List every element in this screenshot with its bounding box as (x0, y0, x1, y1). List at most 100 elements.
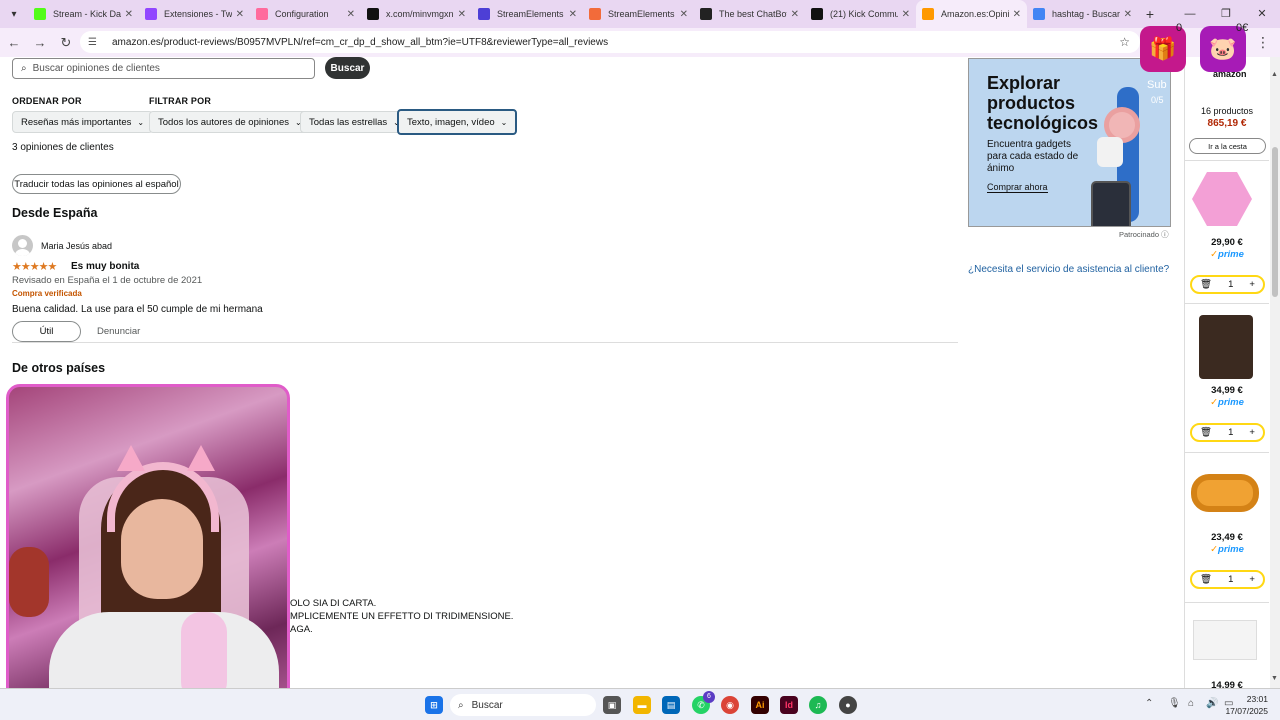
product-image[interactable] (1191, 474, 1259, 512)
product-image[interactable] (1192, 172, 1252, 226)
close-icon[interactable]: ✕ (569, 9, 577, 20)
browser-tab[interactable]: (21) Kick Commu ✕ (805, 0, 916, 28)
tab-label: Amazon.es:Opinio (941, 9, 1009, 19)
tray-chevron-icon[interactable]: ⌃ (1145, 698, 1153, 709)
browser-tab-bar: ▾ Stream - Kick Das ✕ Extensiones - Twi ✕ … (0, 0, 1280, 28)
spotify-icon[interactable]: ♫ (809, 696, 827, 714)
task-view-icon[interactable]: ▣ (603, 696, 621, 714)
page-scrollbar[interactable]: ▲ ▼ (1270, 57, 1280, 688)
stars-filter-dropdown[interactable]: Todas las estrellas⌄ (300, 111, 409, 133)
plus-icon[interactable]: + (1249, 574, 1255, 585)
tab-label: x.com/minvmgxn (386, 9, 454, 19)
bookmark-star-icon[interactable]: ☆ (1119, 35, 1130, 49)
rating-stars[interactable]: ★★★★★ (12, 260, 57, 273)
trash-icon[interactable]: 🗑 (1200, 427, 1212, 438)
tab-label: Extensiones - Twi (164, 9, 232, 19)
browser-tab[interactable]: The best ChatBot ✕ (694, 0, 805, 28)
authors-value: Todos los autores de opiniones (158, 116, 289, 128)
illustrator-icon[interactable]: Ai (751, 696, 769, 714)
close-icon[interactable]: ✕ (236, 9, 244, 20)
ad-cta-link[interactable]: Comprar ahora (987, 182, 1048, 193)
trash-icon[interactable]: 🗑 (1200, 574, 1212, 585)
browser-menu-icon[interactable]: ⋮ (1256, 34, 1270, 51)
tab-label: StreamElements (497, 9, 564, 19)
chrome-icon[interactable]: ◉ (721, 696, 739, 714)
close-icon[interactable]: ✕ (458, 9, 466, 20)
search-button[interactable]: Buscar (325, 57, 370, 79)
product-image[interactable] (1199, 315, 1253, 379)
trash-icon[interactable]: 🗑 (1200, 279, 1212, 290)
scroll-up-icon[interactable]: ▲ (1271, 71, 1278, 78)
scrollbar-thumb[interactable] (1272, 147, 1278, 297)
tab-label: Configuration (275, 9, 329, 19)
go-to-cart-button[interactable]: Ir a la cesta (1189, 138, 1266, 154)
windows-start-icon[interactable]: ⊞ (425, 696, 443, 714)
tab-label: StreamElements (608, 9, 675, 19)
url-field[interactable]: ☰ amazon.es/product-reviews/B0957MVPLN/r… (80, 31, 1140, 53)
helpful-button[interactable]: Útil (12, 321, 81, 342)
file-explorer-icon[interactable]: ▬ (633, 696, 651, 714)
browser-tab[interactable]: Extensiones - Twi ✕ (139, 0, 250, 28)
media-filter-dropdown[interactable]: Texto, imagen, vídeo ⌄ (397, 109, 518, 135)
quantity-stepper[interactable]: 🗑 1 + (1190, 570, 1265, 589)
avatar (12, 235, 33, 256)
close-icon[interactable]: ✕ (125, 9, 133, 20)
tab-favicon (811, 8, 823, 20)
authors-filter-dropdown[interactable]: Todos los autores de opiniones ⌄ (149, 111, 311, 133)
info-icon: ⓘ (1161, 230, 1169, 239)
cart-subtotal: 865,19 € (1207, 118, 1247, 129)
browser-tab[interactable]: StreamElements ✕ (472, 0, 583, 28)
back-icon[interactable]: ← (2, 35, 26, 50)
sort-dropdown[interactable]: Reseñas más importantes ⌄ (12, 111, 154, 133)
close-icon[interactable]: ✕ (902, 9, 910, 20)
close-icon[interactable]: ✕ (1013, 9, 1021, 20)
review-author[interactable]: Maria Jesús abad (41, 241, 112, 251)
close-icon[interactable]: ✕ (347, 9, 355, 20)
close-icon[interactable]: ✕ (1124, 9, 1132, 20)
store-icon[interactable]: ▤ (662, 696, 680, 714)
sponsored-ad-banner[interactable]: Explorar productos tecnológicos Encuentr… (968, 58, 1171, 227)
review-title[interactable]: Es muy bonita (71, 261, 139, 272)
microphone-icon[interactable]: 🎙 (1168, 698, 1181, 709)
taskbar-clock[interactable]: 23:01 17/07/2025 (1225, 693, 1268, 717)
search-icon: ⌕ (21, 63, 27, 74)
quantity-value: 1 (1228, 279, 1234, 290)
taskbar-search[interactable]: ⌕ Buscar (450, 694, 596, 716)
reload-icon[interactable]: ↻ (54, 35, 78, 51)
customer-service-link[interactable]: ¿Necesita el servicio de asistencia al c… (968, 264, 1169, 275)
sponsored-label[interactable]: Patrocinado ⓘ (1119, 229, 1169, 240)
browser-tab[interactable]: x.com/minvmgxn ✕ (361, 0, 472, 28)
prime-text: prime (1218, 544, 1244, 555)
quantity-stepper[interactable]: 🗑 1 + (1190, 275, 1265, 294)
product-image[interactable] (1193, 620, 1257, 660)
browser-tab-active[interactable]: Amazon.es:Opinio ✕ (916, 0, 1027, 28)
new-tab-button[interactable]: + (1138, 6, 1162, 22)
browser-tab[interactable]: Configuration ✕ (250, 0, 361, 28)
forward-icon[interactable]: → (28, 35, 52, 50)
plus-icon[interactable]: + (1249, 279, 1255, 290)
wifi-icon[interactable]: ⌂ (1188, 698, 1194, 709)
tab-label: hashtag - Buscar (1052, 9, 1120, 19)
close-icon[interactable]: ✕ (791, 9, 799, 20)
browser-tab[interactable]: hashtag - Buscar ✕ (1027, 0, 1138, 28)
close-window-icon[interactable]: ✕ (1244, 0, 1280, 28)
scroll-down-icon[interactable]: ▼ (1271, 675, 1278, 682)
sort-label: ORDENAR POR (12, 96, 82, 106)
review-search-input[interactable]: ⌕ Buscar opiniones de clientes (12, 58, 315, 79)
tab-favicon (34, 8, 46, 20)
browser-tab[interactable]: StreamElements ✕ (583, 0, 694, 28)
browser-tab[interactable]: Stream - Kick Das ✕ (28, 0, 139, 28)
report-link[interactable]: Denunciar (97, 326, 140, 337)
plus-icon[interactable]: + (1249, 427, 1255, 438)
chevron-down-icon: ⌄ (500, 117, 508, 127)
quantity-stepper[interactable]: 🗑 1 + (1190, 423, 1265, 442)
close-icon[interactable]: ✕ (680, 9, 688, 20)
indesign-icon[interactable]: Id (780, 696, 798, 714)
tab-search-icon[interactable]: ▾ (0, 0, 28, 28)
translate-all-button[interactable]: Traducir todas las opiniones al español (12, 174, 181, 194)
volume-icon[interactable]: 🔊 (1206, 698, 1218, 709)
tab-favicon (589, 8, 601, 20)
site-info-icon[interactable]: ☰ (88, 37, 102, 48)
search-placeholder: Buscar opiniones de clientes (32, 63, 160, 74)
obs-icon[interactable]: ● (839, 696, 857, 714)
